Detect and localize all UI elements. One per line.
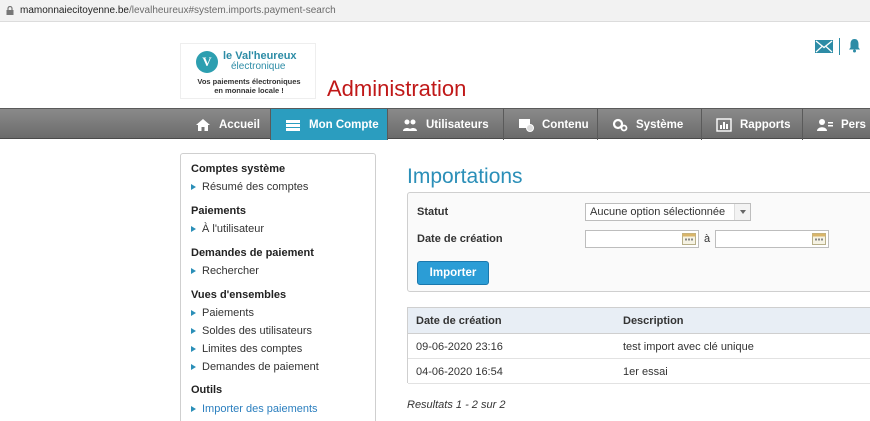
- nav-item-mon-compte[interactable]: Mon Compte: [271, 109, 387, 140]
- bell-icon[interactable]: [848, 38, 861, 53]
- arrow-right-icon: [191, 226, 196, 232]
- nav-item-systeme[interactable]: Système: [598, 109, 701, 140]
- row-date: 04-06-2020 16:54: [416, 365, 503, 378]
- sidebar-menu: Comptes système Résumé des comptes Paiem…: [180, 153, 376, 421]
- logo-mark: V: [196, 51, 218, 73]
- sidebar-section-title: Demandes de paiement: [191, 247, 314, 259]
- sidebar-section-title: Paiements: [191, 205, 247, 217]
- calendar-icon[interactable]: [812, 233, 826, 245]
- chevron-down-icon: [734, 204, 750, 220]
- sidebar-section-title: Outils: [191, 384, 223, 396]
- date-range-separator: à: [704, 233, 711, 245]
- reports-icon: [716, 117, 732, 132]
- url-host: mamonnaiecitoyenne.be: [20, 5, 129, 16]
- gears-icon: [612, 118, 628, 131]
- date-from-input[interactable]: [585, 230, 699, 248]
- url-path: /levalheureux#system.imports.payment-sea…: [128, 5, 336, 16]
- sidebar-link-resume-comptes[interactable]: Résumé des comptes: [191, 181, 308, 193]
- main-navigation: Accueil Mon Compte Utilisateurs Contenu …: [0, 108, 870, 140]
- arrow-right-icon: [191, 328, 196, 334]
- page-title: Importations: [407, 165, 523, 188]
- sidebar-link-paiements[interactable]: Paiements: [191, 307, 254, 319]
- sidebar-link-rechercher[interactable]: Rechercher: [191, 265, 259, 277]
- arrow-right-icon: [191, 268, 196, 274]
- column-header-description[interactable]: Description: [623, 308, 684, 334]
- persons-icon: [817, 118, 833, 131]
- lock-icon: [6, 6, 14, 15]
- nav-item-personnes[interactable]: Pers: [803, 109, 870, 140]
- nav-item-rapports[interactable]: Rapports: [702, 109, 802, 140]
- home-icon: [196, 118, 210, 131]
- arrow-right-icon: [191, 184, 196, 190]
- nav-label: Système: [636, 118, 684, 131]
- nav-label: Mon Compte: [309, 118, 379, 131]
- status-select[interactable]: Aucune option sélectionnée: [585, 203, 751, 221]
- sidebar-link-limites-comptes[interactable]: Limites des comptes: [191, 343, 302, 355]
- import-button[interactable]: Importer: [417, 261, 489, 285]
- nav-item-utilisateurs[interactable]: Utilisateurs: [388, 109, 503, 140]
- nav-label: Rapports: [740, 118, 791, 131]
- page-header-title: Administration: [327, 76, 467, 101]
- sidebar-link-importer-paiements[interactable]: Importer des paiements: [191, 403, 318, 415]
- brand-subtitle: électronique: [231, 61, 286, 72]
- header-separator: [839, 38, 840, 55]
- account-icon: [286, 119, 300, 131]
- site-header: V le Val'heureux électronique Vos paieme…: [0, 22, 870, 108]
- arrow-right-icon: [191, 310, 196, 316]
- nav-item-contenu[interactable]: Contenu: [504, 109, 597, 140]
- status-select-value: Aucune option sélectionnée: [590, 206, 726, 218]
- column-header-date[interactable]: Date de création: [416, 308, 502, 334]
- status-label: Statut: [417, 206, 449, 218]
- nav-label: Utilisateurs: [426, 118, 489, 131]
- calendar-icon[interactable]: [682, 233, 696, 245]
- nav-label: Contenu: [542, 118, 589, 131]
- arrow-right-icon: [191, 406, 196, 412]
- nav-item-accueil[interactable]: Accueil: [181, 109, 270, 140]
- table-header: Date de création Description: [408, 308, 870, 334]
- results-count: Resultats 1 - 2 sur 2: [407, 399, 506, 411]
- users-icon: [403, 119, 417, 131]
- date-label: Date de création: [417, 233, 503, 245]
- row-date: 09-06-2020 23:16: [416, 340, 503, 353]
- sidebar-link-demandes-paiement[interactable]: Demandes de paiement: [191, 361, 319, 373]
- row-description: test import avec clé unique: [623, 340, 754, 353]
- address-bar[interactable]: mamonnaiecitoyenne.be/levalheureux#syste…: [0, 0, 870, 22]
- logo[interactable]: V le Val'heureux électronique Vos paieme…: [180, 43, 316, 99]
- arrow-right-icon: [191, 364, 196, 370]
- mail-icon[interactable]: [815, 40, 833, 53]
- table-row[interactable]: 09-06-2020 23:16 test import avec clé un…: [408, 334, 870, 359]
- nav-label: Pers: [841, 118, 866, 131]
- sidebar-link-a-utilisateur[interactable]: À l'utilisateur: [191, 223, 264, 235]
- content-icon: [519, 118, 534, 132]
- brand-tagline-2: en monnaie locale !: [214, 86, 284, 95]
- arrow-right-icon: [191, 346, 196, 352]
- table-row[interactable]: 04-06-2020 16:54 1er essai: [408, 359, 870, 384]
- row-description: 1er essai: [623, 365, 668, 378]
- brand-tagline-1: Vos paiements électroniques: [197, 77, 301, 86]
- sidebar-link-soldes-utilisateurs[interactable]: Soldes des utilisateurs: [191, 325, 312, 337]
- nav-label: Accueil: [219, 118, 260, 131]
- results-table: Date de création Description 09-06-2020 …: [407, 307, 870, 384]
- date-to-input[interactable]: [715, 230, 829, 248]
- sidebar-section-title: Vues d'ensembles: [191, 289, 287, 301]
- sidebar-section-title: Comptes système: [191, 163, 286, 175]
